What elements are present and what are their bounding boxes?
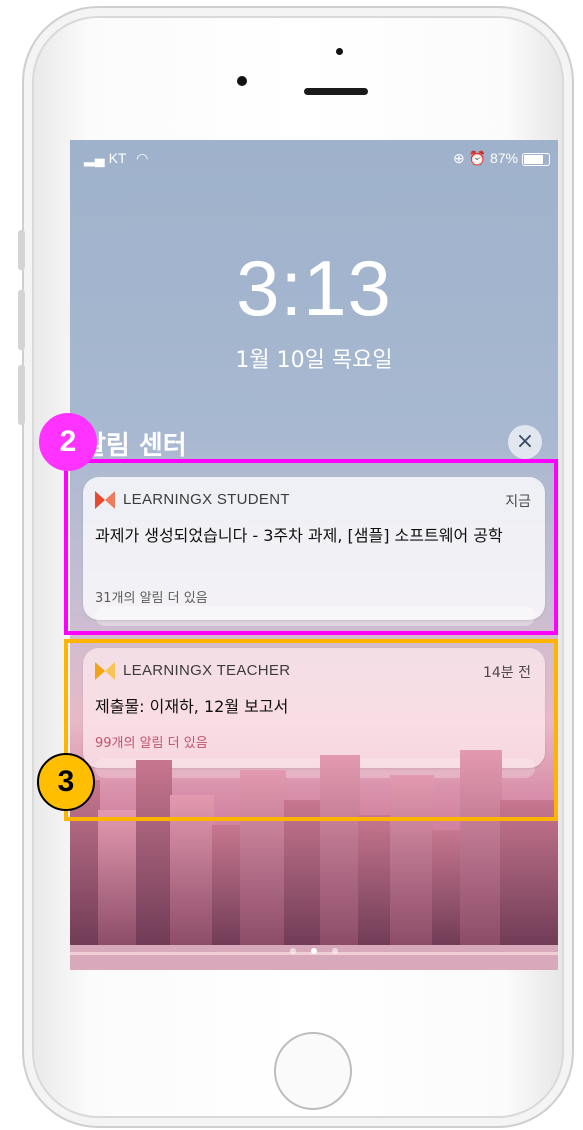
page-indicator [70, 939, 558, 958]
carrier-name: KT [108, 150, 127, 166]
clear-notifications-button[interactable]: × [508, 425, 542, 459]
status-bar: ▂▄ KT ◠ ⊕ ⏰ 87% [70, 150, 558, 170]
battery-percent: 87% [489, 150, 518, 166]
home-button[interactable] [274, 1032, 352, 1110]
battery-icon [522, 153, 550, 166]
wifi-icon: ◠ [136, 150, 149, 166]
mute-switch [18, 230, 25, 270]
carrier-group: ▂▄ KT ◠ [84, 150, 148, 167]
volume-up-button [18, 290, 25, 350]
date-label: 1월 10일 목요일 [235, 348, 393, 373]
status-right: ⊕ ⏰ 87% [453, 150, 518, 167]
highlight-box-2 [64, 459, 558, 635]
front-camera [237, 76, 247, 86]
page-dot [289, 948, 296, 954]
annotation-badge-3: 3 [37, 753, 95, 811]
clock: 3:13 [236, 244, 392, 332]
rotation-lock-icon: ⊕ [453, 150, 465, 166]
alarm-icon: ⏰ [468, 150, 487, 166]
signal-icon: ▂▄ [84, 150, 105, 166]
earpiece-speaker [304, 88, 368, 95]
page-dot-active [311, 948, 317, 954]
highlight-box-3 [64, 639, 558, 821]
volume-down-button [18, 365, 25, 425]
annotation-badge-2: 2 [39, 413, 97, 471]
front-sensor [336, 48, 343, 55]
page-dot [332, 948, 339, 954]
notification-center-title: 알림 센터 [82, 431, 187, 461]
